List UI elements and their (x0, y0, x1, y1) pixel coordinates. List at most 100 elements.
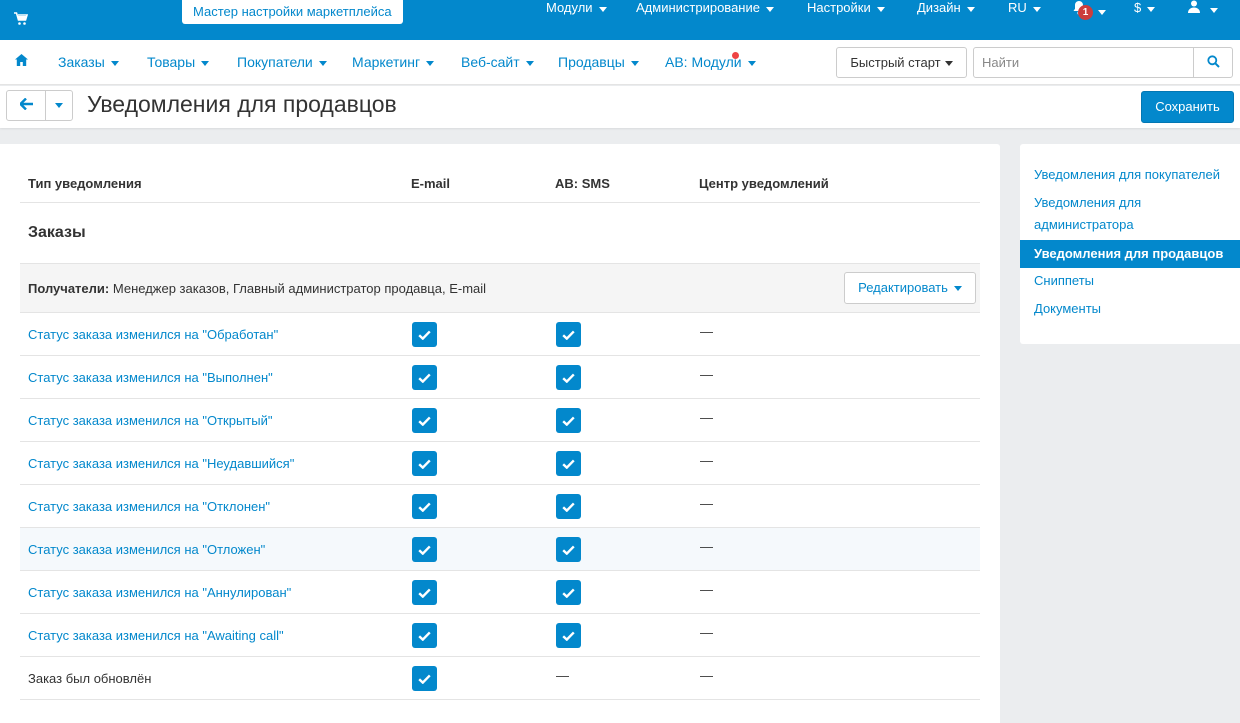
topnav-design[interactable]: Дизайн (917, 0, 975, 15)
caret-down-icon (598, 7, 607, 12)
topnav-language[interactable]: RU (1008, 0, 1041, 15)
back-button[interactable] (6, 90, 46, 121)
topnav-settings-label: Настройки (807, 0, 871, 15)
email-checkbox[interactable] (412, 580, 437, 605)
nav-orders[interactable]: Заказы (58, 54, 119, 70)
main-navigation: Заказы Товары Покупатели Маркетинг Веб-с… (0, 40, 1240, 85)
table-row: Статус заказа изменился на "Аннулирован"… (20, 571, 980, 614)
nav-vendors[interactable]: Продавцы (558, 54, 639, 70)
notification-type-link[interactable]: Статус заказа изменился на "Выполнен" (28, 370, 273, 385)
notification-center-unavailable: — (700, 410, 713, 425)
currency-menu[interactable]: $ (1134, 0, 1156, 15)
sidebar-item-documents[interactable]: Документы (1034, 298, 1101, 320)
nav-customers[interactable]: Покупатели (237, 54, 327, 70)
checkmark-icon (418, 674, 431, 684)
topnav-modules-label: Модули (546, 0, 593, 15)
caret-down-icon (944, 61, 953, 67)
page-header: Уведомления для продавцов Сохранить (0, 86, 1240, 128)
recipients-label: Получатели: (28, 281, 110, 296)
topnav-settings[interactable]: Настройки (807, 0, 885, 15)
quick-start-button[interactable]: Быстрый старт (836, 47, 967, 78)
quick-start-label: Быстрый старт (850, 55, 941, 70)
caret-down-icon (201, 60, 210, 66)
nav-products[interactable]: Товары (147, 54, 210, 70)
search-input[interactable] (973, 47, 1194, 78)
cart-icon[interactable] (14, 12, 29, 26)
caret-down-icon (966, 7, 975, 12)
recipients-value: Менеджер заказов, Главный администратор … (112, 281, 487, 296)
email-checkbox[interactable] (412, 666, 437, 691)
notification-type-link[interactable]: Статус заказа изменился на "Awaiting cal… (28, 628, 284, 643)
nav-marketing[interactable]: Маркетинг (352, 54, 435, 70)
email-checkbox[interactable] (412, 408, 437, 433)
nav-website[interactable]: Веб-сайт (461, 54, 534, 70)
sms-checkbox[interactable] (556, 365, 581, 390)
home-icon[interactable] (15, 54, 28, 69)
sms-checkbox[interactable] (556, 537, 581, 562)
caret-down-icon (765, 7, 774, 12)
sms-checkbox[interactable] (556, 451, 581, 476)
topnav-administration[interactable]: Администрирование (636, 0, 774, 15)
sidebar-item-admin-notifications[interactable]: Уведомления для администратора (1034, 192, 1214, 236)
section-title: Заказы (28, 224, 86, 241)
caret-down-icon (110, 60, 119, 66)
notifications-badge: 1 (1078, 5, 1093, 20)
notification-type-link[interactable]: Статус заказа изменился на "Отклонен" (28, 499, 270, 514)
sms-checkbox[interactable] (556, 322, 581, 347)
checkmark-icon (562, 502, 575, 512)
notification-center-unavailable: — (700, 582, 713, 597)
sms-checkbox[interactable] (556, 408, 581, 433)
sidebar-item-customer-notifications[interactable]: Уведомления для покупателей (1034, 164, 1220, 186)
checkmark-icon (418, 502, 431, 512)
notifications-panel: Тип уведомления E-mail AB: SMS Центр уве… (0, 144, 1000, 723)
marketplace-wizard-tab[interactable]: Мастер настройки маркетплейса (182, 0, 403, 24)
sms-checkbox[interactable] (556, 580, 581, 605)
sms-checkbox[interactable] (556, 494, 581, 519)
topnav-modules[interactable]: Модули (546, 0, 607, 15)
topnav-design-label: Дизайн (917, 0, 961, 15)
recipients-row: Получатели: Менеджер заказов, Главный ад… (20, 263, 980, 313)
user-menu[interactable] (1188, 0, 1218, 16)
nav-ab-modules[interactable]: AB: Модули (665, 54, 756, 70)
nav-customers-label: Покупатели (237, 54, 313, 70)
edit-recipients-button[interactable]: Редактировать (844, 272, 976, 304)
caret-down-icon (1209, 8, 1218, 13)
nav-vendors-label: Продавцы (558, 54, 625, 70)
email-checkbox[interactable] (412, 623, 437, 648)
sidebar-item-vendor-notifications[interactable]: Уведомления для продавцов (1020, 240, 1240, 268)
notifications-button[interactable]: 1 (1072, 0, 1106, 20)
nav-ab-modules-label: AB: Модули (665, 54, 742, 70)
topnav-administration-label: Администрирование (636, 0, 760, 15)
edit-label: Редактировать (858, 280, 948, 295)
email-checkbox[interactable] (412, 322, 437, 347)
email-checkbox[interactable] (412, 537, 437, 562)
caret-down-icon (876, 7, 885, 12)
top-bar: Мастер настройки маркетплейса Модули Адм… (0, 0, 1240, 40)
notification-type-link[interactable]: Статус заказа изменился на "Аннулирован" (28, 585, 291, 600)
notification-type-link[interactable]: Статус заказа изменился на "Отложен" (28, 542, 265, 557)
email-checkbox[interactable] (412, 365, 437, 390)
checkmark-icon (418, 588, 431, 598)
sidebar: Уведомления для покупателей Уведомления … (1020, 144, 1240, 344)
email-checkbox[interactable] (412, 494, 437, 519)
save-button[interactable]: Сохранить (1141, 91, 1234, 123)
search-button[interactable] (1193, 47, 1233, 78)
notification-type-link[interactable]: Статус заказа изменился на "Обработан" (28, 327, 278, 342)
email-checkbox[interactable] (412, 451, 437, 476)
sms-checkbox[interactable] (556, 623, 581, 648)
table-row: Статус заказа изменился на "Неудавшийся"… (20, 442, 980, 485)
notification-center-unavailable: — (700, 539, 713, 554)
nav-website-label: Веб-сайт (461, 54, 520, 70)
checkmark-icon (562, 588, 575, 598)
notification-type-link[interactable]: Статус заказа изменился на "Неудавшийся" (28, 456, 294, 471)
sidebar-item-snippets[interactable]: Сниппеты (1034, 270, 1094, 292)
notification-center-unavailable: — (700, 496, 713, 511)
history-dropdown-button[interactable] (45, 90, 73, 121)
topnav-language-label: RU (1008, 0, 1027, 15)
table-row: Статус заказа изменился на "Awaiting cal… (20, 614, 980, 657)
currency-label: $ (1134, 0, 1142, 15)
checkmark-icon (562, 631, 575, 641)
checkmark-icon (418, 373, 431, 383)
recipients-text: Получатели: Менеджер заказов, Главный ад… (28, 281, 486, 296)
notification-type-link[interactable]: Статус заказа изменился на "Открытый" (28, 413, 272, 428)
